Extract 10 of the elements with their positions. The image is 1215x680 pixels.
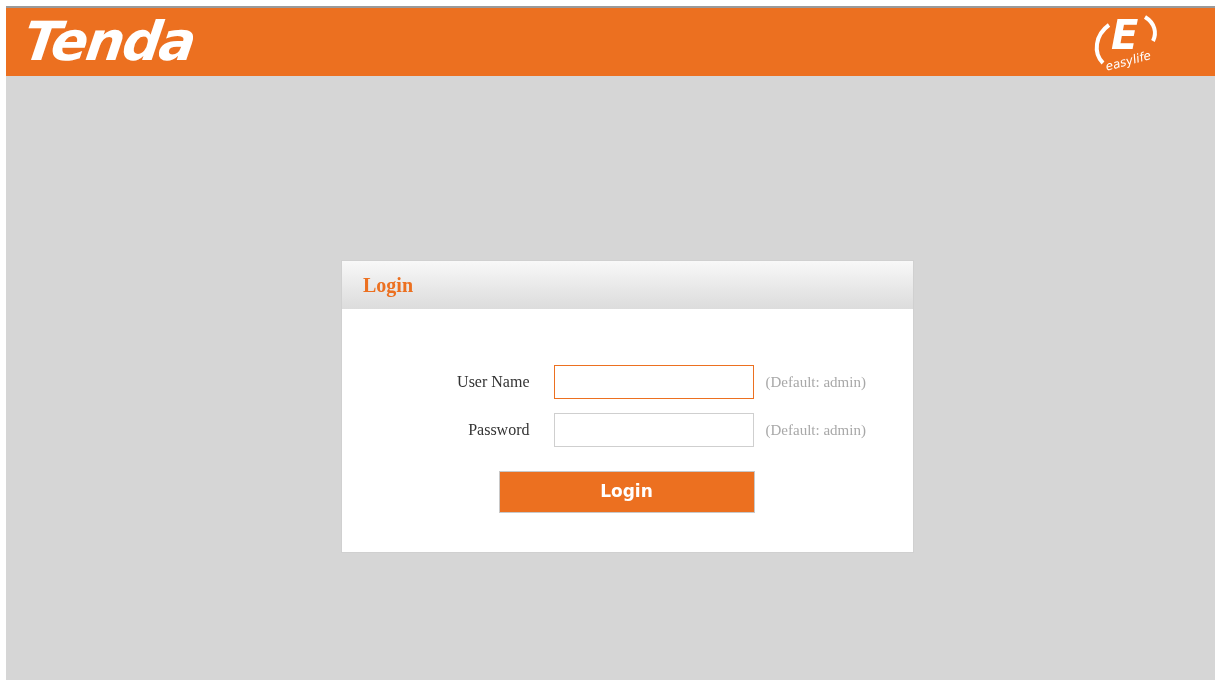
input-field[interactable] bbox=[553, 413, 754, 447]
card-title: Login bbox=[363, 273, 414, 299]
field-label: User Name bbox=[456, 372, 530, 392]
easylife-logo: E easylife bbox=[1087, 13, 1167, 71]
input-field[interactable] bbox=[553, 365, 754, 399]
field-label: Password bbox=[467, 420, 530, 440]
login-button[interactable]: Login bbox=[498, 471, 755, 513]
default-hint: (Default: admin) bbox=[765, 420, 867, 440]
default-hint: (Default: admin) bbox=[765, 372, 867, 392]
brand-logo: Tenda bbox=[20, 15, 198, 69]
